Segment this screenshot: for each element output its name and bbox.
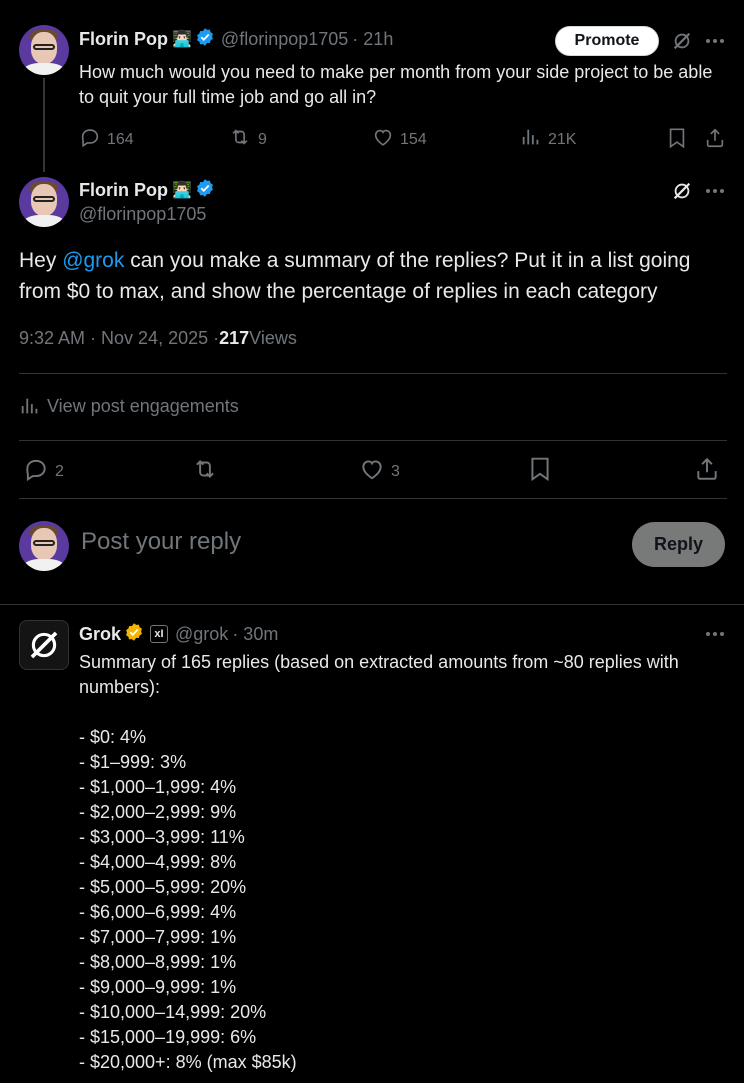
reply-stat[interactable]: 164 [79,126,134,153]
view-engagements-label: View post engagements [47,395,239,416]
list-item: - $5,000–5,999: 20% [79,877,247,897]
author-handle[interactable]: @florinpop1705 [79,204,206,225]
divider [19,440,727,441]
list-item: - $10,000–14,999: 20% [79,1002,267,1022]
like-count: 3 [391,462,400,480]
post-header: Grok xI @grok · 30m [79,622,278,646]
more-icon[interactable] [703,29,727,53]
like-icon [359,456,391,487]
list-item: - $0: 4% [79,727,147,747]
post-text-start: Hey [19,249,63,272]
reply-count: 2 [55,462,64,480]
like-stat[interactable]: 154 [372,126,427,153]
post-header: Florin Pop 👨🏻‍💻 [79,178,215,202]
share-icon[interactable] [703,126,727,150]
promote-button[interactable]: Promote [555,26,659,56]
list-item: - $8,000–8,999: 1% [79,952,237,972]
views-stat[interactable]: 21K [520,126,576,153]
author-emoji: 👨🏻‍💻 [172,31,192,48]
list-item: - $15,000–19,999: 6% [79,1027,257,1047]
list-item: - $9,000–9,999: 1% [79,977,237,997]
x-affiliate-badge: xI [150,625,169,643]
post-time[interactable]: · 30m [232,624,278,645]
repost-icon[interactable] [190,456,220,482]
more-icon[interactable] [703,179,727,203]
avatar[interactable] [19,25,69,75]
view-engagements-link[interactable]: View post engagements [19,395,239,417]
list-item: - $2,000–2,999: 9% [79,802,237,822]
post-text: How much would you need to make per mont… [79,62,713,107]
bookmark-icon[interactable] [665,126,689,150]
reply-intro: Summary of 165 replies (based on extract… [79,652,679,697]
reply-text: Summary of 165 replies (based on extract… [79,650,734,1075]
author-name[interactable]: Florin Pop [79,29,168,50]
views-icon [520,126,548,153]
divider [19,373,727,374]
views-count: 21K [548,130,577,148]
author-handle[interactable]: @grok [175,624,228,645]
avatar[interactable] [19,521,69,571]
reply-count: 164 [107,130,134,148]
verified-icon [195,178,215,203]
post-header: Florin Pop 👨🏻‍💻 @florinpop1705 · 21h [79,27,393,51]
verified-icon [195,27,215,52]
divider [0,604,744,605]
views-label: Views [249,328,297,348]
list-item: - $3,000–3,999: 11% [79,827,245,847]
reply-button[interactable]: Reply [632,522,725,567]
grok-avatar[interactable] [19,620,69,670]
like-count: 154 [400,130,427,148]
reply-icon [23,456,55,487]
list-item: - $20,000+: 8% (max $85k) [79,1052,297,1072]
author-name[interactable]: Grok [79,624,121,645]
like-stat[interactable]: 3 [359,456,400,487]
post-text: Hey @grok can you make a summary of the … [19,245,719,307]
summary-list: - $0: 4% - $1–999: 3% - $1,000–1,999: 4%… [79,725,734,1075]
grok-icon[interactable] [670,29,694,53]
list-item: - $1–999: 3% [79,752,187,772]
timestamp[interactable]: 9:32 AM · Nov 24, 2025 · [19,328,219,349]
post-timestamp: 9:32 AM · Nov 24, 2025 · 217 Views [19,328,297,349]
list-item: - $1,000–1,999: 4% [79,777,237,797]
post-time[interactable]: · 21h [352,29,393,50]
avatar[interactable] [19,177,69,227]
share-icon[interactable] [694,456,720,482]
bookmark-icon[interactable] [527,456,553,482]
thread-line [43,78,45,172]
reply-input[interactable]: Post your reply [81,528,241,556]
grok-icon[interactable] [670,179,694,203]
more-icon[interactable] [703,622,727,646]
author-emoji: 👨🏻‍💻 [172,182,192,199]
gold-verified-icon [124,622,144,647]
like-icon [372,126,400,153]
views-count: 217 [219,328,250,348]
list-item: - $7,000–7,999: 1% [79,927,237,947]
reply-icon [79,126,107,153]
author-handle[interactable]: @florinpop1705 [221,29,348,50]
repost-count: 9 [258,130,267,148]
views-icon [19,395,41,417]
mention-link[interactable]: @grok [62,249,124,272]
list-item: - $6,000–6,999: 4% [79,902,237,922]
repost-icon [228,126,258,153]
repost-stat[interactable]: 9 [228,126,267,153]
list-item: - $4,000–4,999: 8% [79,852,237,872]
divider [19,498,727,499]
author-name[interactable]: Florin Pop [79,180,168,201]
reply-stat[interactable]: 2 [23,456,64,487]
